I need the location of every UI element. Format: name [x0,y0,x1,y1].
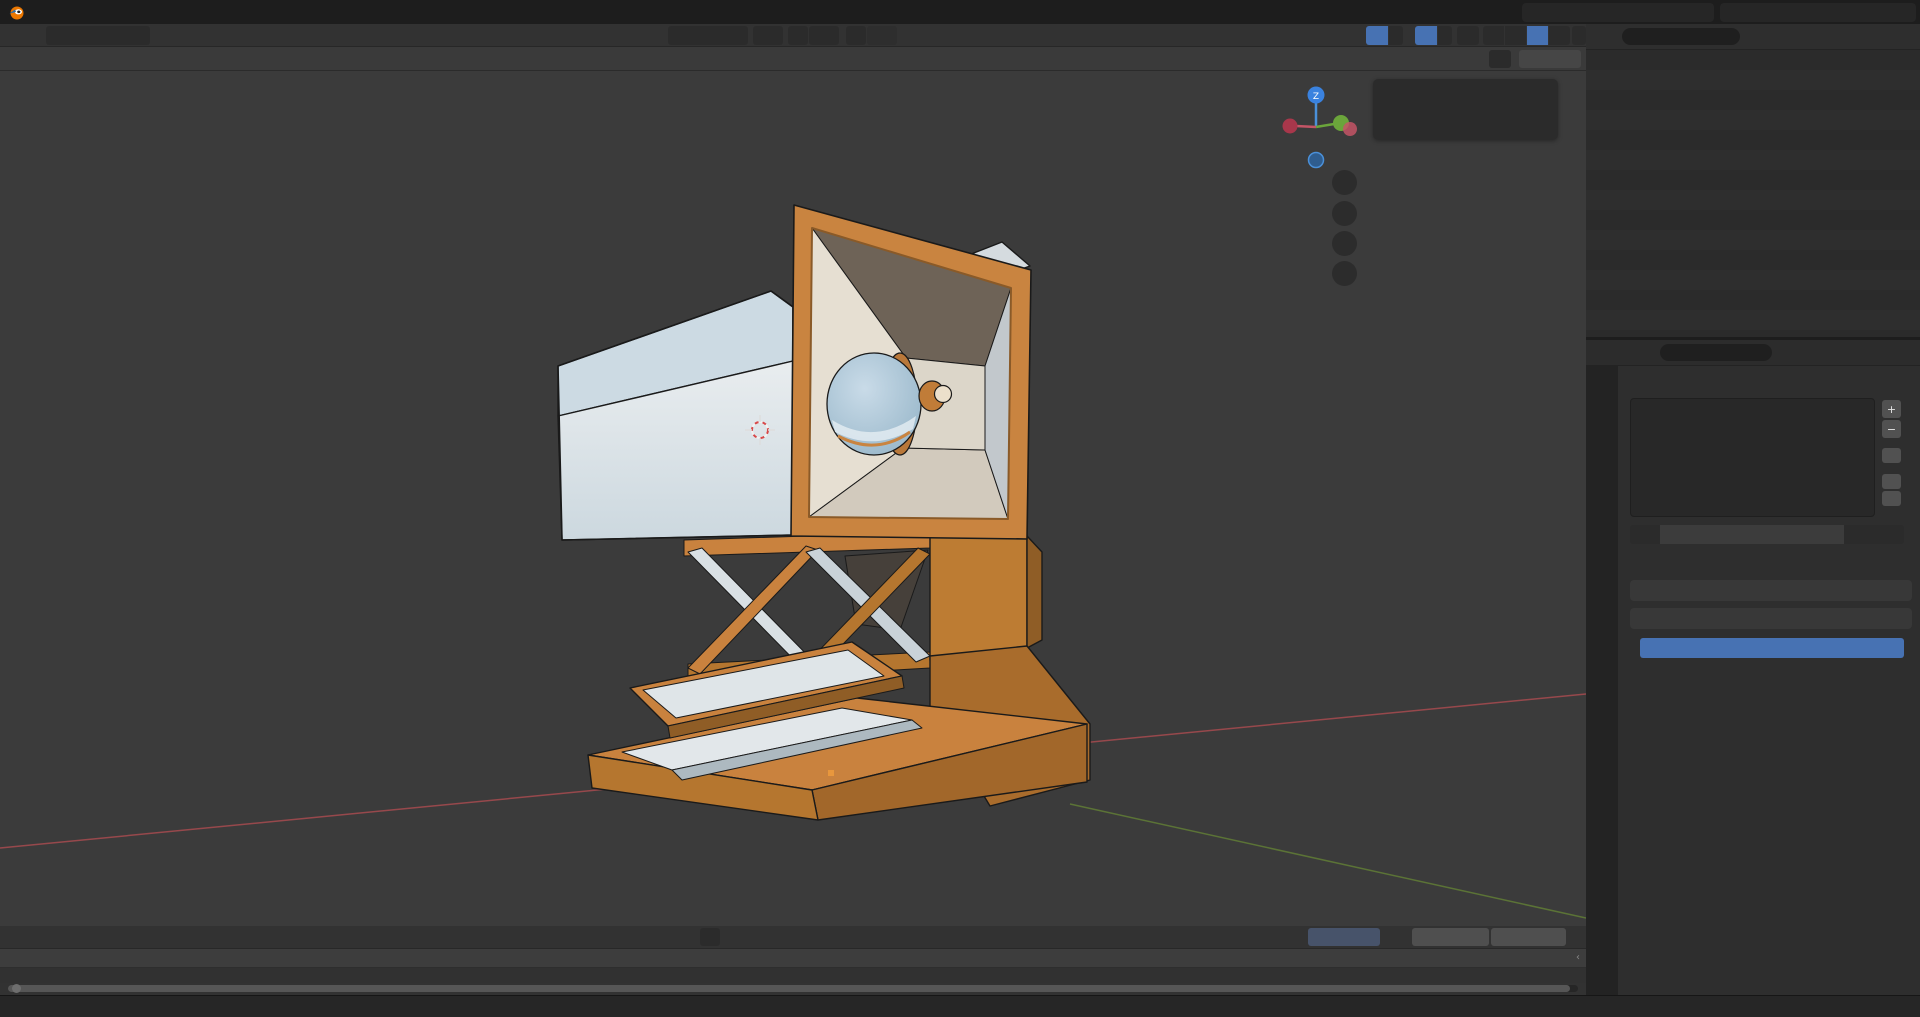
material-browse-dropdown[interactable] [1630,525,1660,544]
properties-search-input[interactable] [1660,344,1772,361]
new-material-button[interactable] [1864,525,1884,544]
frame-start-field[interactable] [1412,928,1489,946]
material-slot-list [1630,398,1875,517]
gizmo-x-neg-axis[interactable] [1283,119,1298,134]
shading-mode-buttons [1483,26,1586,45]
proportional-edit-toggle[interactable] [846,26,866,45]
scene-unlink-button[interactable] [1694,4,1712,21]
selectability-dropdown[interactable] [1331,26,1361,45]
snap-settings-dropdown[interactable] [809,26,839,45]
status-bar [0,995,1920,1017]
outliner-tree [1586,50,1920,337]
timeline-header [0,926,1586,949]
overlays-toggle-group [1415,26,1452,45]
viewlayer-selector[interactable] [1720,3,1916,22]
gizmo-toggle-group [1366,26,1403,45]
add-material-slot-button[interactable]: + [1882,400,1901,418]
timeline-scrollbar[interactable] [8,985,1578,992]
xray-toggle[interactable] [1457,26,1479,45]
current-frame-field[interactable] [1308,928,1380,946]
outliner-search-input[interactable] [1622,28,1740,45]
frame-end-field[interactable] [1491,928,1566,946]
blender-window: Z [0,0,1920,1017]
proportional-falloff-dropdown[interactable] [867,26,897,45]
properties-editor: + − [1586,340,1920,995]
options-dropdown[interactable] [1519,50,1581,68]
zoom-view-button[interactable] [1332,170,1357,195]
outliner-editor [1586,24,1920,337]
axis-y-line [1070,804,1586,918]
pivot-point-dropdown[interactable] [753,26,783,45]
collapse-arrow[interactable]: ‹ [1576,952,1580,963]
unlink-material-button[interactable] [1884,525,1904,544]
blender-logo-icon[interactable] [8,4,25,21]
transform-orientation-dropdown[interactable] [668,26,748,45]
auto-keying-group [700,928,722,946]
show-overlays-toggle[interactable] [1415,26,1437,45]
viewlayer-remove-button[interactable] [1896,4,1914,21]
transform-panel-header[interactable] [1373,79,1558,103]
properties-header [1586,340,1920,366]
scene-copy-button[interactable] [1676,4,1694,21]
snap-toggle[interactable] [788,26,808,45]
viewport-header [0,24,1586,47]
material-datablock-row [1630,525,1912,544]
use-nodes-button[interactable] [1640,638,1904,658]
missile-housing-model [558,205,1090,820]
outliner-header [1586,24,1920,50]
tool-settings-bar [0,47,1586,71]
shading-material-button[interactable] [1527,26,1548,45]
orthographic-toggle-button[interactable] [1332,261,1357,286]
shading-dropdown[interactable] [1572,26,1586,45]
auto-keying-toggle[interactable] [700,928,720,946]
material-name-field[interactable] [1660,525,1834,544]
show-gizmo-toggle[interactable] [1366,26,1388,45]
transform-panel-message [1373,103,1558,119]
surface-panel-header[interactable] [1630,608,1912,629]
transform-panel [1373,79,1558,140]
3d-viewport[interactable]: Z [0,71,1586,926]
properties-tab-strip [1586,366,1618,995]
gizmo-dropdown[interactable] [1389,26,1403,45]
3d-viewport-canvas[interactable] [0,71,1586,926]
top-bar [0,0,1920,24]
gizmo-z-neg-axis[interactable] [1309,153,1324,168]
scrollbar-zoom-handle[interactable] [12,984,21,993]
svg-text:Z: Z [1313,92,1319,102]
shading-wireframe-button[interactable] [1483,26,1504,45]
material-users-count[interactable] [1834,525,1844,544]
snap-to-symmetry-button[interactable] [1489,50,1511,68]
move-slot-up-button[interactable] [1882,474,1901,489]
material-specials-dropdown[interactable] [1882,448,1901,463]
timeline-ruler[interactable] [0,949,1586,968]
move-slot-down-button[interactable] [1882,491,1901,506]
viewlayer-copy-button[interactable] [1878,4,1896,21]
timeline-editor: ‹ [0,926,1586,995]
material-action-buttons [1630,550,1912,568]
properties-body: + − [1618,366,1920,995]
scene-selector[interactable] [1522,3,1714,22]
shading-solid-button[interactable] [1505,26,1526,45]
timeline-track[interactable] [0,968,1586,983]
shading-rendered-button[interactable] [1549,26,1570,45]
mode-dropdown[interactable] [46,26,150,45]
fake-user-button[interactable] [1844,525,1864,544]
remove-material-slot-button[interactable]: − [1882,420,1901,438]
gizmo-x-axis[interactable] [1343,122,1357,136]
overlays-dropdown[interactable] [1438,26,1452,45]
pan-view-button[interactable] [1332,201,1357,226]
camera-view-button[interactable] [1332,231,1357,256]
navigation-gizmo[interactable]: Z [1270,79,1380,189]
right-column: + − [1586,24,1920,995]
preview-panel-header[interactable] [1630,580,1912,601]
